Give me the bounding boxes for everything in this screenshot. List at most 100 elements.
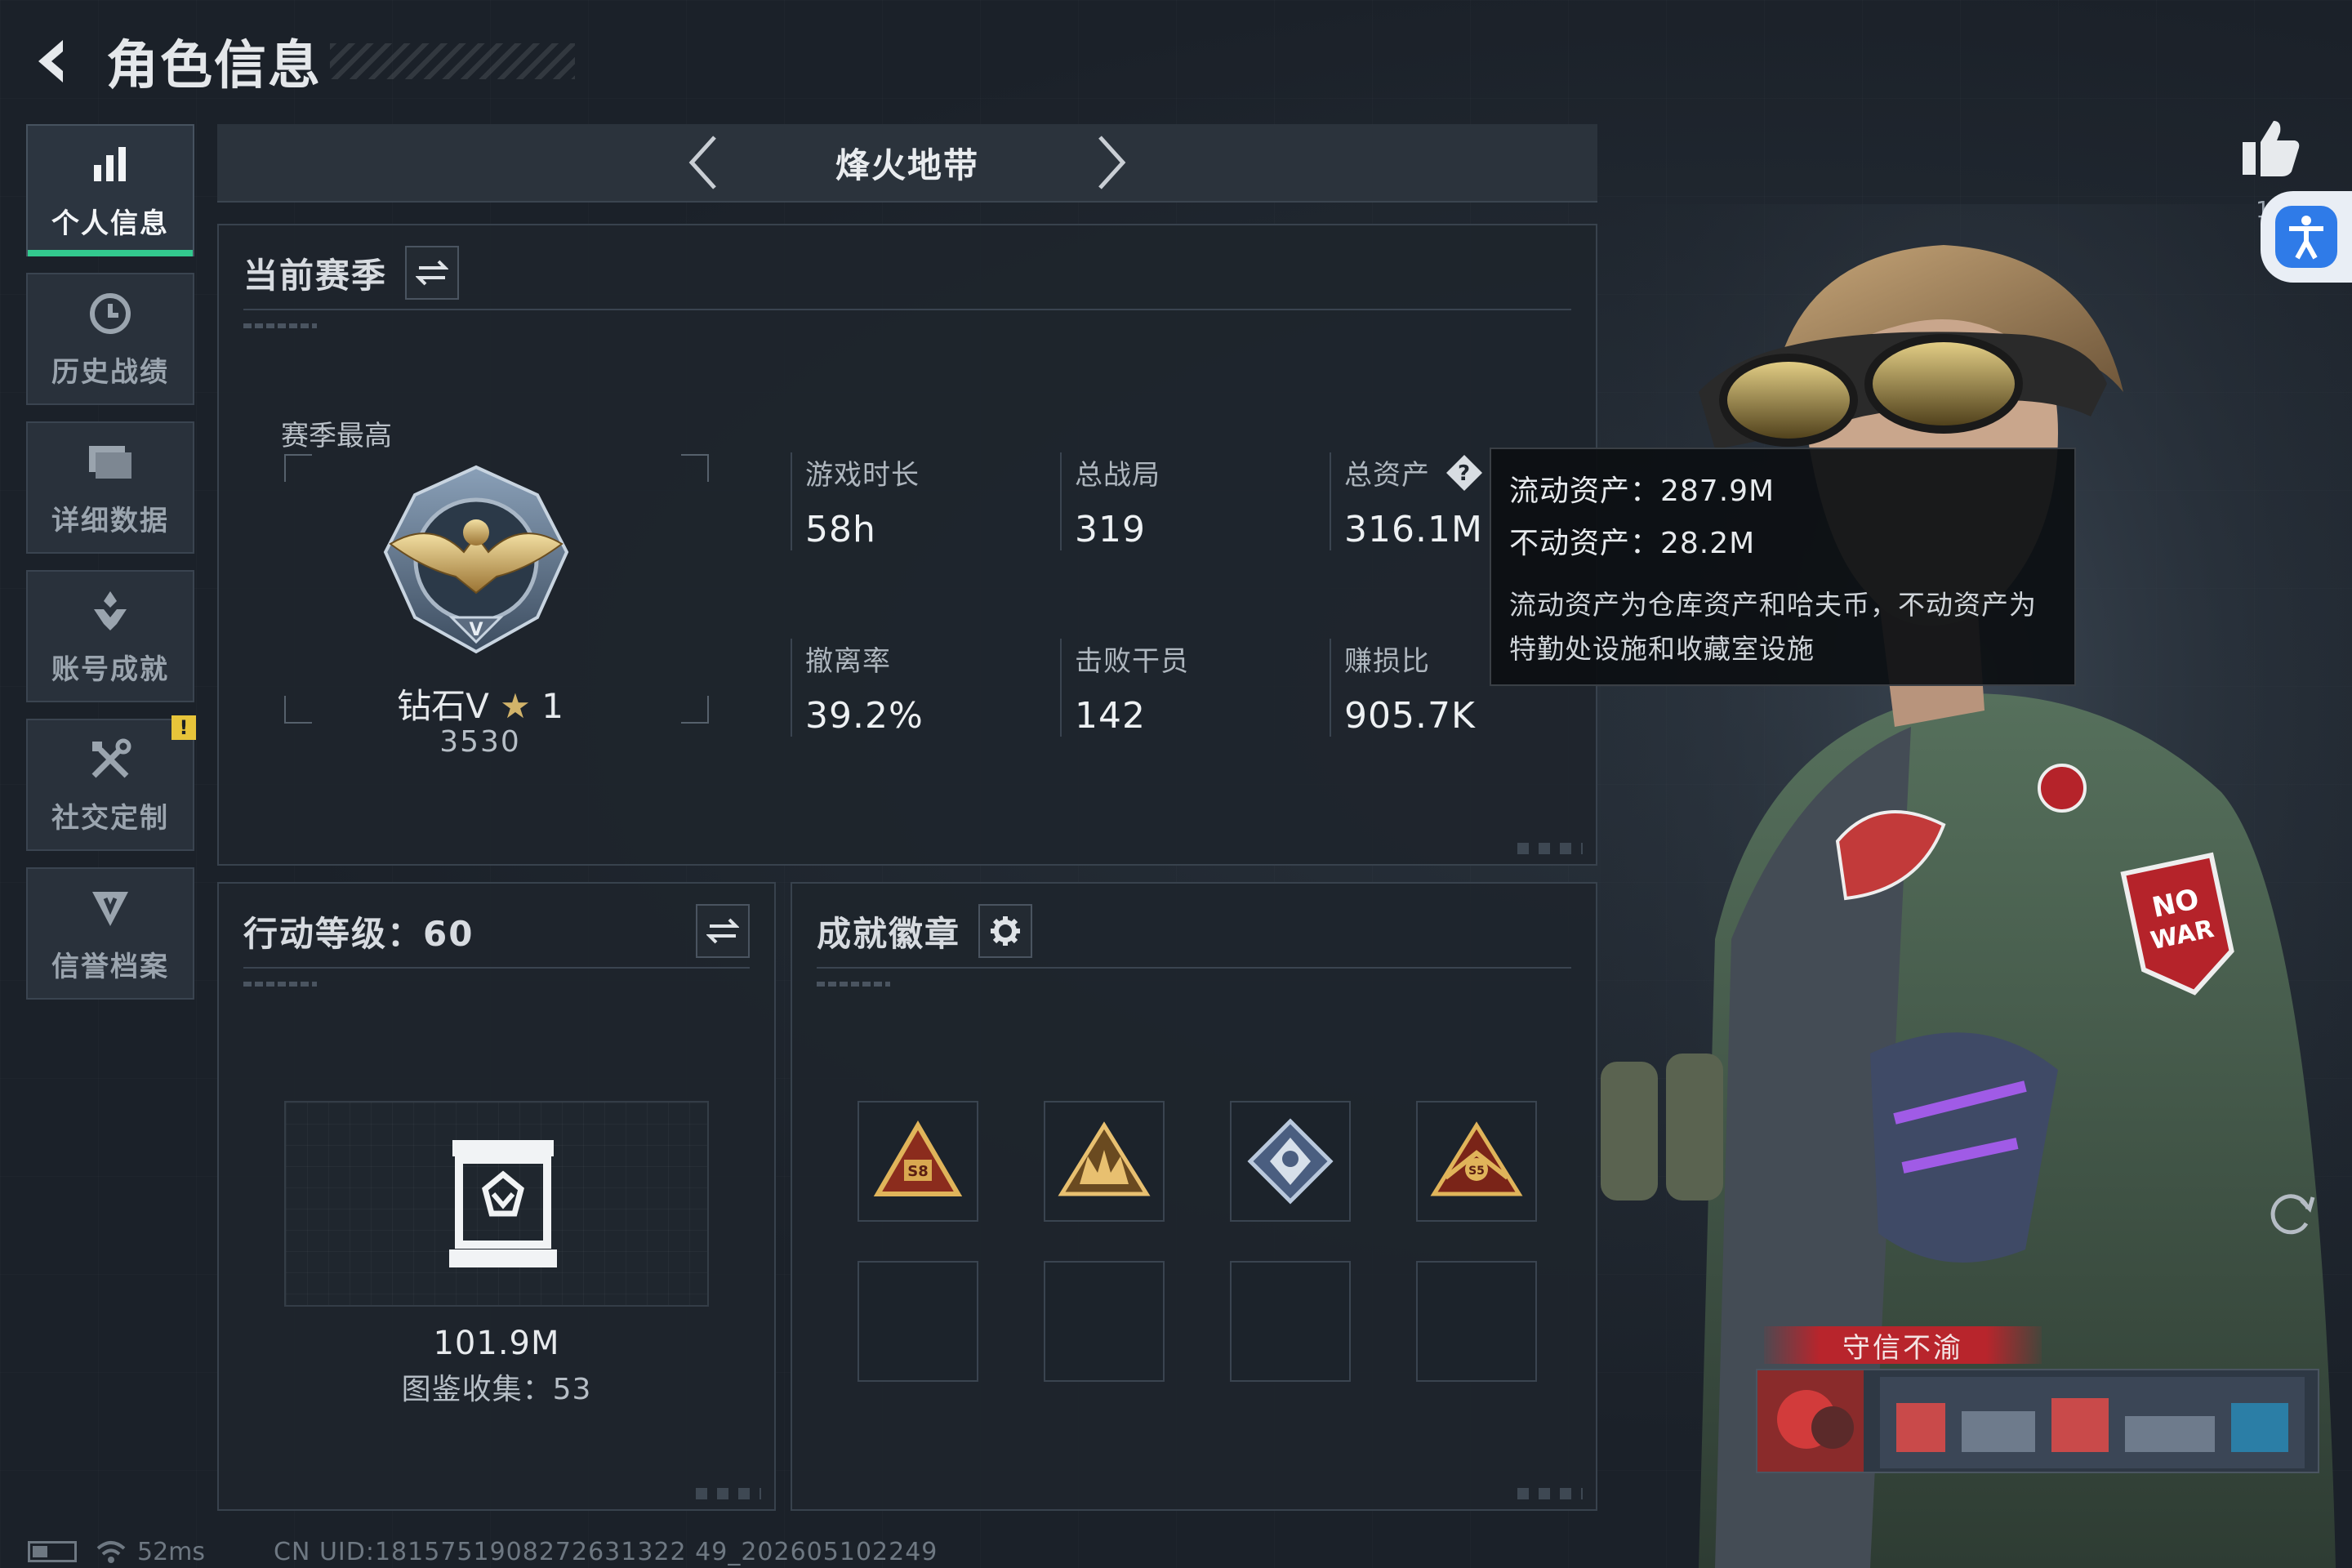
assets-description: 流动资产为仓库资产和哈夫币，不动资产为特勤处设施和收藏室设施 [1509,589,2037,665]
collection-gallery[interactable] [284,1101,709,1307]
badge-slot[interactable] [1044,1101,1165,1222]
stat-value: 905.7K [1344,695,1476,737]
stat-value: 39.2% [805,695,924,737]
sidebar-item-label: 个人信息 [51,207,169,240]
stat-value: 58h [805,509,876,550]
stat-profit-loss: 赚损比 905.7K [1330,639,1476,737]
stat-label: 撤离率 [805,645,891,678]
badges-panel: 成就徽章 S8 S5 [791,882,1597,1511]
rank-score: 3530 [439,725,521,759]
star-icon: ★ [500,686,531,726]
stat-playtime: 游戏时长 58h [791,452,920,550]
bar-chart-icon [86,140,135,189]
question-help-icon[interactable]: ? [1445,453,1484,492]
sidebar-item-credit[interactable]: 信誉档案 [26,867,194,1000]
season-peak-label: 赛季最高 [281,420,392,452]
badge-slot-empty[interactable] [858,1261,978,1382]
assets-tooltip: 流动资产：287.9M 不动资产：28.2M 流动资产为仓库资产和哈夫币，不动资… [1490,448,2076,686]
sidebar: 个人信息 历史战绩 详细数据 账号成就 ! 社交定制 信誉档案 [26,124,196,1016]
sidebar-item-details[interactable]: 详细数据 [26,421,194,554]
battery-icon [28,1541,77,1562]
season-panel-header: 当前赛季 [243,237,1571,310]
action-level-switch-button[interactable] [696,904,750,958]
stat-value: 316.1M [1344,509,1483,550]
badge-slot[interactable] [1230,1101,1351,1222]
svg-text:S8: S8 [907,1163,929,1180]
stat-total-assets: 总资产 ? 316.1M [1330,452,1484,550]
sidebar-item-label: 社交定制 [51,801,169,835]
mode-title: 烽火地带 [835,145,979,185]
rank-tier: 钻石V [397,686,489,726]
badges-title: 成就徽章 [817,913,961,954]
diamond-crest-badge-icon [1247,1118,1334,1205]
achievement-icon [86,586,135,635]
wifi-icon [96,1541,126,1563]
accessibility-button[interactable] [2261,191,2352,283]
stat-extraction-rate: 撤离率 39.2% [791,639,924,737]
sidebar-item-label: 详细数据 [51,504,169,537]
liquid-assets: 流动资产：287.9M [1509,474,1775,508]
credit-title: 守信不渝 [1842,1331,1963,1365]
user-uid: CN UID:1815751908272631322 49_2026051022… [274,1537,938,1566]
title-decoration [330,43,575,79]
badge-slot[interactable]: S5 [1416,1101,1537,1222]
stat-label: 游戏时长 [805,459,920,492]
back-arrow-icon[interactable] [24,33,82,90]
action-level-header: 行动等级：60 [243,895,750,969]
sidebar-item-achievements[interactable]: 账号成就 [26,570,194,702]
credit-title-banner[interactable]: 守信不渝 [1764,1326,2042,1365]
header-decoration [243,323,317,328]
svg-text:V: V [469,620,483,640]
mode-next-button[interactable] [1079,130,1144,195]
header: 角色信息 [24,24,575,98]
tools-icon [86,735,135,784]
stat-value: 319 [1075,509,1146,550]
rank-stars: 1 [541,686,564,726]
badge-slot-empty[interactable] [1044,1261,1165,1382]
badges-settings-button[interactable] [978,904,1033,958]
badges-header: 成就徽章 [817,895,1571,969]
stat-label: 击败干员 [1075,645,1189,678]
accessibility-icon [2275,206,2337,268]
credit-card-image[interactable] [1756,1369,2319,1473]
action-level-panel: 行动等级：60 101.9M 图鉴收集：53 [217,882,776,1511]
s5-season-badge-icon: S5 [1430,1121,1523,1196]
badge-slot-empty[interactable] [1416,1261,1537,1382]
stat-label: 赚损比 [1344,645,1430,678]
header-decoration [243,982,317,987]
mode-prev-button[interactable] [670,130,736,195]
like-thumb-icon[interactable] [2238,114,2303,180]
season-switch-button[interactable] [405,246,460,300]
status-bar: 52ms CN UID:1815751908272631322 49_20260… [28,1535,938,1568]
season-title: 当前赛季 [243,255,388,296]
collection-asset-value: 101.9M [433,1325,560,1362]
credit-shield-icon [86,884,135,933]
svg-text:?: ? [1458,461,1471,486]
sidebar-item-social[interactable]: ! 社交定制 [26,715,196,851]
stat-value: 142 [1075,695,1146,737]
mode-selector: 烽火地带 [217,124,1597,203]
panel-decoration [1517,1488,1583,1499]
fixed-assets: 不动资产：28.2M [1509,527,1756,560]
badge-slot[interactable]: S8 [858,1101,978,1222]
sidebar-item-label: 历史战绩 [51,355,169,389]
rank-name: 钻石V ★ 1 [382,679,578,728]
rotate-model-icon[interactable] [2265,1187,2318,1240]
stat-label-row: 总资产 ? [1344,452,1484,492]
stat-label: 总战局 [1075,459,1160,492]
stat-operators-defeated: 击败干员 142 [1060,639,1189,737]
sidebar-item-history[interactable]: 历史战绩 [26,273,194,405]
diamond-rank-emblem-icon: V [374,462,578,658]
warning-badge: ! [172,715,196,740]
page-title: 角色信息 [106,36,322,96]
action-level-title: 行动等级：60 [243,913,474,954]
svg-text:S5: S5 [1468,1165,1485,1178]
sidebar-item-personal-info[interactable]: 个人信息 [26,124,194,256]
collection-count: 图鉴收集：53 [401,1373,592,1406]
history-clock-icon [86,289,135,338]
badge-slot-empty[interactable] [1230,1261,1351,1382]
season-panel: 当前赛季 赛季最高 V 钻石V ★ 1 3530 游戏时长 58h 总战局 31… [217,224,1597,866]
s8-season-badge-icon: S8 [873,1120,963,1196]
stat-label: 总资产 [1344,459,1430,492]
data-folder-icon [86,438,135,487]
